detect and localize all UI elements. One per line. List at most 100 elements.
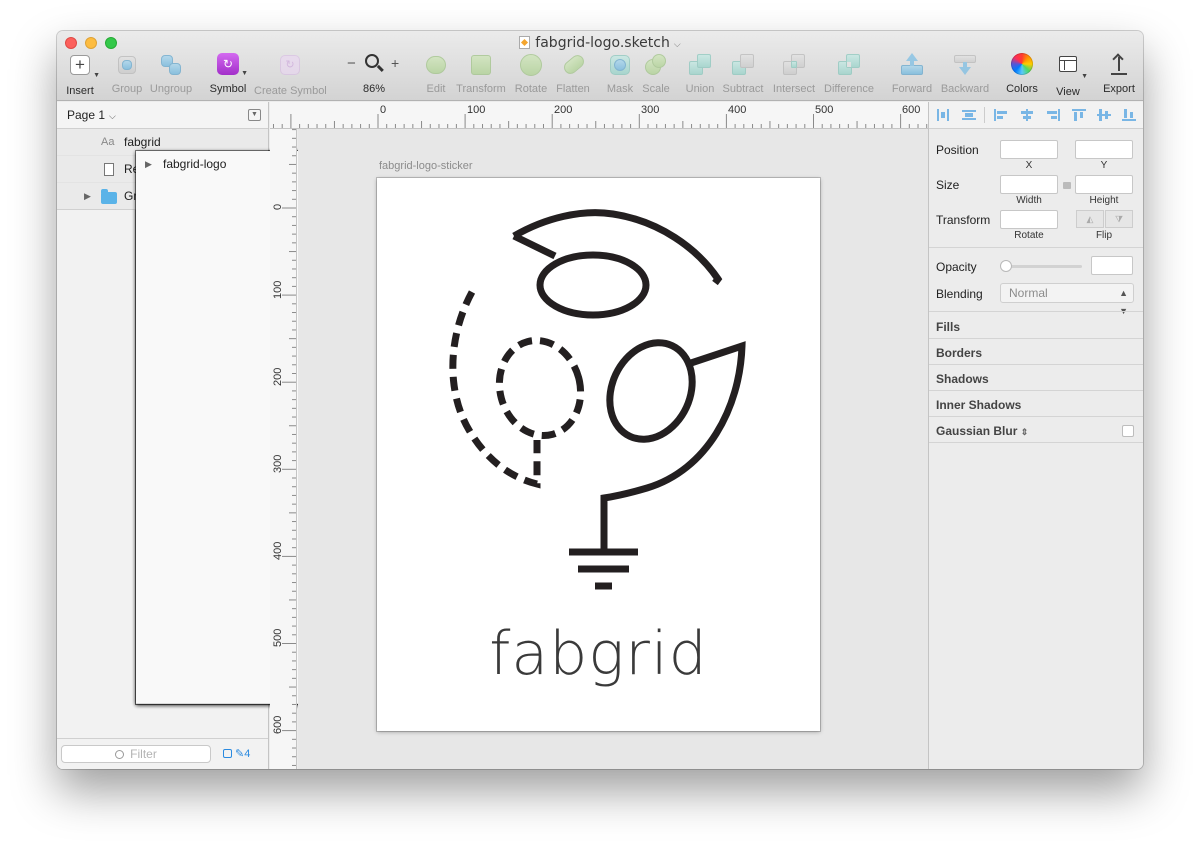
- position-x-field[interactable]: [1000, 140, 1058, 159]
- rotate-button[interactable]: Rotate: [513, 53, 549, 95]
- backward-label: Backward: [940, 83, 990, 95]
- fills-section[interactable]: Fills: [936, 320, 960, 334]
- zoom-icon: − +: [344, 53, 404, 77]
- logo-wordmark[interactable]: fabgrid: [377, 619, 820, 689]
- align-right-icon[interactable]: [1046, 109, 1060, 121]
- mask-button[interactable]: Mask: [605, 53, 635, 95]
- logo-dashed-ellipse: [495, 336, 585, 440]
- ruler-label: 300: [641, 104, 660, 116]
- scale-icon: [644, 53, 668, 77]
- layer-filter-options[interactable]: ✎4: [223, 747, 250, 760]
- borders-section[interactable]: Borders: [936, 346, 982, 360]
- forward-button[interactable]: Forward: [890, 53, 934, 95]
- symbol-icon: ↻ ▼: [216, 53, 248, 77]
- horizontal-ruler[interactable]: 0 100 200 300 400 500 600: [270, 102, 928, 129]
- canvas[interactable]: fabgrid-logo-sticker fabgrid: [298, 129, 928, 769]
- align-center-horizontal-icon[interactable]: [1020, 109, 1034, 121]
- flatten-button[interactable]: Flatten: [554, 52, 592, 95]
- distribute-vertical-icon[interactable]: [962, 109, 976, 121]
- width-field[interactable]: [1000, 175, 1058, 194]
- disclosure-collapsed-icon[interactable]: ▶: [145, 151, 152, 178]
- align-top-icon[interactable]: [1072, 109, 1086, 121]
- transform-icon: [469, 53, 493, 77]
- edit-icon: [424, 53, 448, 77]
- vertical-ruler[interactable]: 0 100 200 300 400 500 600: [270, 129, 297, 769]
- transform-label: Transform: [456, 83, 506, 95]
- subtract-icon: [731, 53, 755, 77]
- ungroup-icon: [159, 53, 183, 77]
- colors-label: Colors: [1006, 83, 1038, 95]
- align-left-icon[interactable]: [994, 109, 1008, 121]
- scale-button[interactable]: Scale: [640, 53, 672, 95]
- backward-button[interactable]: Backward: [939, 53, 991, 95]
- inspector-panel: Position X Y Size Width Height Transform…: [928, 102, 1143, 769]
- logo-top-ellipse: [536, 251, 650, 319]
- page-selector[interactable]: Page 1 ⌵ ▼: [57, 102, 268, 129]
- intersect-button[interactable]: Intersect: [771, 53, 817, 95]
- opacity-slider-track[interactable]: [1002, 265, 1082, 268]
- height-field[interactable]: [1075, 175, 1133, 194]
- rectangle-icon: [104, 163, 114, 176]
- create-symbol-button[interactable]: ↻ Create Symbol: [254, 53, 327, 97]
- zoom-control[interactable]: − + 86%: [344, 53, 404, 95]
- toolbar: fabgrid-logo.sketch ⌵ + ▼ Insert Group Ung…: [57, 31, 1143, 101]
- artboard-title[interactable]: fabgrid-logo-sticker: [379, 160, 473, 172]
- subtract-button[interactable]: Subtract: [721, 53, 765, 95]
- opacity-field[interactable]: [1091, 256, 1133, 275]
- position-y-field[interactable]: [1075, 140, 1133, 159]
- flip-vertical-button[interactable]: ⧩: [1105, 210, 1133, 228]
- edit-button[interactable]: Edit: [421, 53, 451, 95]
- divider: [929, 364, 1143, 365]
- gaussian-blur-section[interactable]: Gaussian Blur ⇕: [936, 424, 1028, 438]
- zoom-in-button[interactable]: +: [391, 55, 399, 71]
- opacity-slider-handle[interactable]: [1000, 260, 1012, 272]
- artboard-sticker[interactable]: fabgrid: [377, 178, 820, 731]
- document-title-text: fabgrid-logo.sketch: [535, 35, 670, 51]
- divider: [929, 416, 1143, 417]
- shadows-section[interactable]: Shadows: [936, 372, 989, 386]
- layer-filter-input[interactable]: Filter: [61, 745, 211, 763]
- align-middle-vertical-icon[interactable]: [1097, 109, 1111, 121]
- chevron-down-icon: ⌵: [109, 111, 116, 121]
- colors-button[interactable]: Colors: [1004, 53, 1040, 95]
- gaussian-blur-checkbox[interactable]: [1122, 425, 1134, 437]
- union-button[interactable]: Union: [683, 53, 717, 95]
- plus-icon: + ▼: [68, 55, 100, 79]
- export-button[interactable]: Export: [1101, 53, 1137, 95]
- disclosure-collapsed-icon[interactable]: ▶: [84, 183, 91, 210]
- group-icon: [115, 53, 139, 77]
- intersect-label: Intersect: [772, 83, 816, 95]
- align-bottom-icon[interactable]: [1122, 109, 1136, 121]
- view-button[interactable]: ▼ View: [1052, 53, 1088, 98]
- union-label: Union: [685, 83, 715, 95]
- transform-label: Transform: [936, 213, 991, 227]
- ungroup-button[interactable]: Ungroup: [149, 53, 193, 95]
- zoom-out-button[interactable]: −: [347, 55, 356, 72]
- lock-proportions-icon[interactable]: [1063, 182, 1071, 189]
- inner-shadows-section[interactable]: Inner Shadows: [936, 398, 1021, 412]
- transform-button[interactable]: Transform: [455, 53, 507, 95]
- symbol-button[interactable]: ↻ ▼ Symbol: [208, 53, 248, 95]
- distribute-horizontal-icon[interactable]: [936, 109, 950, 121]
- blending-select[interactable]: Normal ▲ ▼: [1000, 283, 1134, 316]
- rotate-field[interactable]: [1000, 210, 1058, 229]
- opacity-label: Opacity: [936, 260, 977, 274]
- flip-horizontal-button[interactable]: ◭: [1076, 210, 1104, 228]
- document-title[interactable]: fabgrid-logo.sketch ⌵: [57, 35, 1143, 51]
- group-button[interactable]: Group: [111, 53, 143, 95]
- sketch-window: fabgrid-logo.sketch ⌵ + ▼ Insert Group Ung…: [57, 31, 1143, 769]
- blending-label: Blending: [936, 287, 983, 301]
- search-icon: [115, 750, 125, 759]
- up-down-chevron-icon: ▲ ▼: [1119, 288, 1128, 316]
- intersect-icon: [782, 53, 806, 77]
- difference-button[interactable]: Difference: [822, 53, 876, 95]
- collapse-pages-icon[interactable]: ▼: [248, 109, 261, 121]
- subtract-label: Subtract: [722, 83, 764, 95]
- x-label: X: [1025, 160, 1033, 171]
- width-label: Width: [1016, 195, 1042, 206]
- alignment-toolbar: [929, 102, 1143, 129]
- insert-button[interactable]: + ▼ Insert: [63, 53, 100, 97]
- folder-icon: [101, 189, 117, 204]
- union-icon: [688, 53, 712, 77]
- y-label: Y: [1100, 160, 1108, 171]
